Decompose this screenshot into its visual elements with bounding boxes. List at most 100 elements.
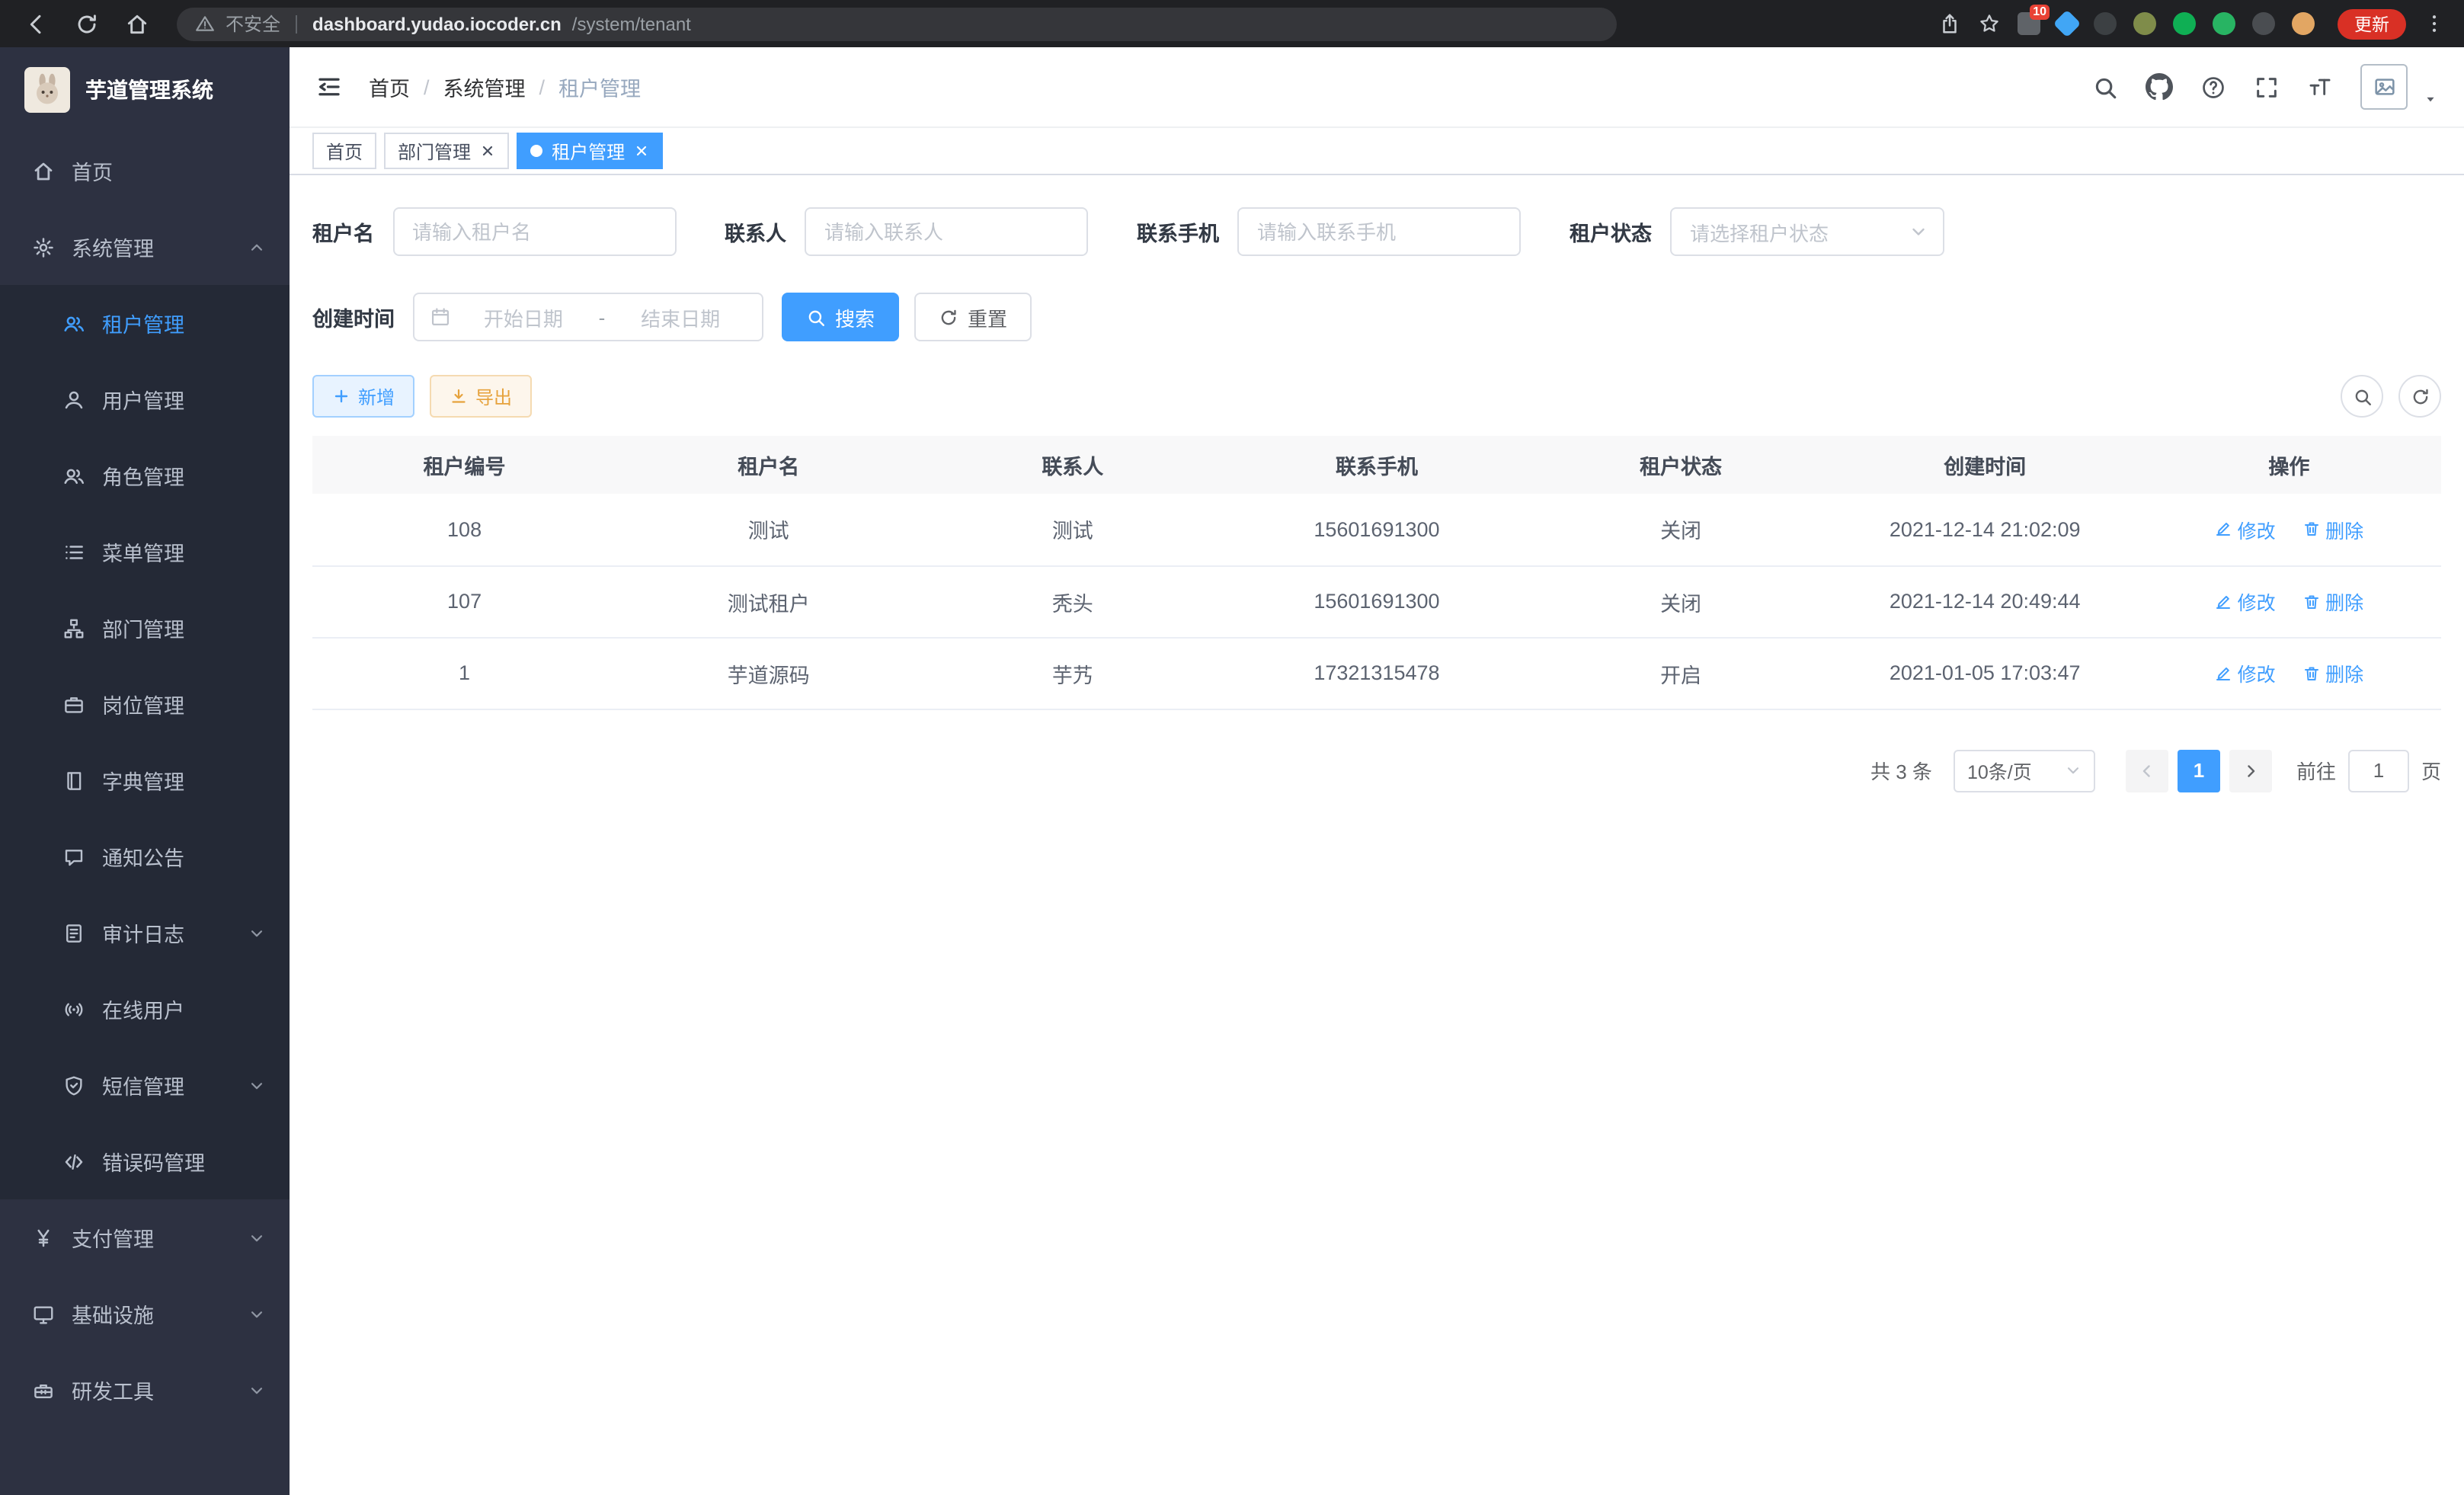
tenant-name-input[interactable] xyxy=(392,207,676,256)
home-icon[interactable] xyxy=(125,11,149,36)
sidebar-item-dict-management[interactable]: 字典管理 xyxy=(0,742,290,818)
cell-status: 关闭 xyxy=(1529,494,1833,565)
app-logo-area[interactable]: 芋道管理系统 xyxy=(0,47,290,133)
sidebar-item-online-users[interactable]: 在线用户 xyxy=(0,971,290,1047)
sidebar-item-label: 支付管理 xyxy=(72,1222,154,1253)
delete-link[interactable]: 删除 xyxy=(2302,515,2363,544)
page-size-select[interactable]: 10条/页 xyxy=(1954,749,2095,792)
chevron-right-icon xyxy=(2242,761,2260,780)
sidebar-item-system-management[interactable]: 系统管理 xyxy=(0,209,290,285)
avatar[interactable] xyxy=(2360,64,2408,110)
date-start-placeholder[interactable]: 开始日期 xyxy=(457,303,590,331)
extension-icon-badged[interactable]: 10 xyxy=(2018,12,2040,35)
comment-icon xyxy=(62,845,85,868)
breadcrumb-home[interactable]: 首页 xyxy=(369,72,410,102)
sidebar-item-audit-log[interactable]: 审计日志 xyxy=(0,895,290,971)
reset-button[interactable]: 重置 xyxy=(914,293,1032,341)
extension-badge: 10 xyxy=(2030,5,2050,20)
date-range-picker[interactable]: 开始日期 - 结束日期 xyxy=(413,293,763,341)
refresh-table-button[interactable] xyxy=(2398,375,2441,418)
table-row: 1 芋道源码 芋艿 17321315478 开启 2021-01-05 17:0… xyxy=(312,637,2441,709)
yen-icon xyxy=(32,1226,55,1249)
signal-icon xyxy=(62,997,85,1020)
status-select[interactable]: 请选择租户状态 xyxy=(1670,207,1944,256)
sidebar-item-role-management[interactable]: 角色管理 xyxy=(0,437,290,514)
sidebar-item-user-management[interactable]: 用户管理 xyxy=(0,361,290,437)
sidebar-item-tenant-management[interactable]: 租户管理 xyxy=(0,285,290,361)
chrome-update-button[interactable]: 更新 xyxy=(2338,8,2406,39)
breadcrumb-separator: / xyxy=(539,75,546,98)
chevron-down-icon xyxy=(248,1077,265,1093)
goto-page-input[interactable] xyxy=(2348,749,2409,792)
github-icon[interactable] xyxy=(2146,73,2173,101)
date-end-placeholder[interactable]: 结束日期 xyxy=(614,303,747,331)
menu-fold-icon[interactable] xyxy=(315,73,343,101)
extension-icon-1[interactable] xyxy=(2053,10,2082,38)
sidebar-item-label: 基础设施 xyxy=(72,1298,154,1329)
sidebar-item-label: 研发工具 xyxy=(72,1375,154,1405)
delete-link[interactable]: 删除 xyxy=(2302,658,2363,687)
sidebar-item-infrastructure[interactable]: 基础设施 xyxy=(0,1276,290,1352)
sidebar-item-dev-tools[interactable]: 研发工具 xyxy=(0,1352,290,1428)
page-1-button[interactable]: 1 xyxy=(2178,749,2220,792)
cell-actions: 修改 删除 xyxy=(2137,637,2441,709)
browser-menu-icon[interactable] xyxy=(2423,12,2446,35)
cell-created: 2021-01-05 17:03:47 xyxy=(1833,637,2137,709)
close-icon[interactable] xyxy=(634,143,649,158)
search-icon[interactable] xyxy=(2092,74,2118,100)
font-size-icon[interactable] xyxy=(2307,74,2333,100)
pagination: 共 3 条 10条/页 1 前往 页 xyxy=(312,749,2441,792)
avatar-caret-down-icon[interactable] xyxy=(2423,91,2438,107)
extension-icon-5[interactable] xyxy=(2213,12,2235,35)
table-utilities xyxy=(2341,375,2441,418)
sidebar-item-post-management[interactable]: 岗位管理 xyxy=(0,666,290,742)
extension-icon-6[interactable] xyxy=(2252,12,2275,35)
col-tenant-id: 租户编号 xyxy=(312,436,616,494)
bookmark-star-icon[interactable] xyxy=(1978,12,2001,35)
extension-icon-4[interactable] xyxy=(2173,12,2196,35)
sidebar-item-notice[interactable]: 通知公告 xyxy=(0,818,290,895)
close-icon[interactable] xyxy=(480,143,495,158)
extension-icon-7[interactable] xyxy=(2292,12,2315,35)
phone-input[interactable] xyxy=(1237,207,1521,256)
contact-input[interactable] xyxy=(805,207,1088,256)
delete-link[interactable]: 删除 xyxy=(2302,587,2363,616)
edit-link[interactable]: 修改 xyxy=(2215,515,2276,544)
help-icon[interactable] xyxy=(2200,74,2226,100)
edit-link[interactable]: 修改 xyxy=(2215,587,2276,616)
extension-icon-2[interactable] xyxy=(2094,12,2117,35)
back-icon[interactable] xyxy=(24,11,49,36)
tab-home[interactable]: 首页 xyxy=(312,133,376,169)
export-button[interactable]: 导出 xyxy=(430,375,532,418)
cell-phone: 17321315478 xyxy=(1224,637,1528,709)
briefcase-icon xyxy=(62,693,85,715)
add-button[interactable]: 新增 xyxy=(312,375,414,418)
filter-create-time: 创建时间 开始日期 - 结束日期 xyxy=(312,293,782,341)
tab-tenant-management[interactable]: 租户管理 xyxy=(517,133,663,169)
sidebar-item-menu-management[interactable]: 菜单管理 xyxy=(0,514,290,590)
sidebar-item-sms-management[interactable]: 短信管理 xyxy=(0,1047,290,1123)
toggle-search-button[interactable] xyxy=(2341,375,2383,418)
sidebar-item-home[interactable]: 首页 xyxy=(0,133,290,209)
phone-label: 联系手机 xyxy=(1137,216,1219,247)
browser-right-cluster: 10 更新 xyxy=(1938,8,2446,39)
breadcrumb-system[interactable]: 系统管理 xyxy=(443,72,526,102)
url-path[interactable]: /system/tenant xyxy=(572,13,691,34)
url-bar[interactable]: 不安全 dashboard.yudao.iocoder.cn/system/te… xyxy=(177,7,1617,40)
fullscreen-icon[interactable] xyxy=(2254,74,2280,100)
chevron-down-icon xyxy=(248,924,265,941)
search-button[interactable]: 搜索 xyxy=(782,293,899,341)
prev-page-button[interactable] xyxy=(2126,749,2168,792)
date-range-separator: - xyxy=(596,306,609,328)
sidebar-item-dept-management[interactable]: 部门管理 xyxy=(0,590,290,666)
sidebar-item-error-code-management[interactable]: 错误码管理 xyxy=(0,1123,290,1199)
reload-icon[interactable] xyxy=(75,11,99,36)
security-label[interactable]: 不安全 xyxy=(226,11,280,37)
share-icon[interactable] xyxy=(1938,12,1961,35)
url-domain[interactable]: dashboard.yudao.iocoder.cn xyxy=(312,13,562,34)
sidebar-item-payment-management[interactable]: 支付管理 xyxy=(0,1199,290,1276)
extension-icon-3[interactable] xyxy=(2133,12,2156,35)
next-page-button[interactable] xyxy=(2229,749,2272,792)
edit-link[interactable]: 修改 xyxy=(2215,658,2276,687)
tab-dept-management[interactable]: 部门管理 xyxy=(384,133,509,169)
